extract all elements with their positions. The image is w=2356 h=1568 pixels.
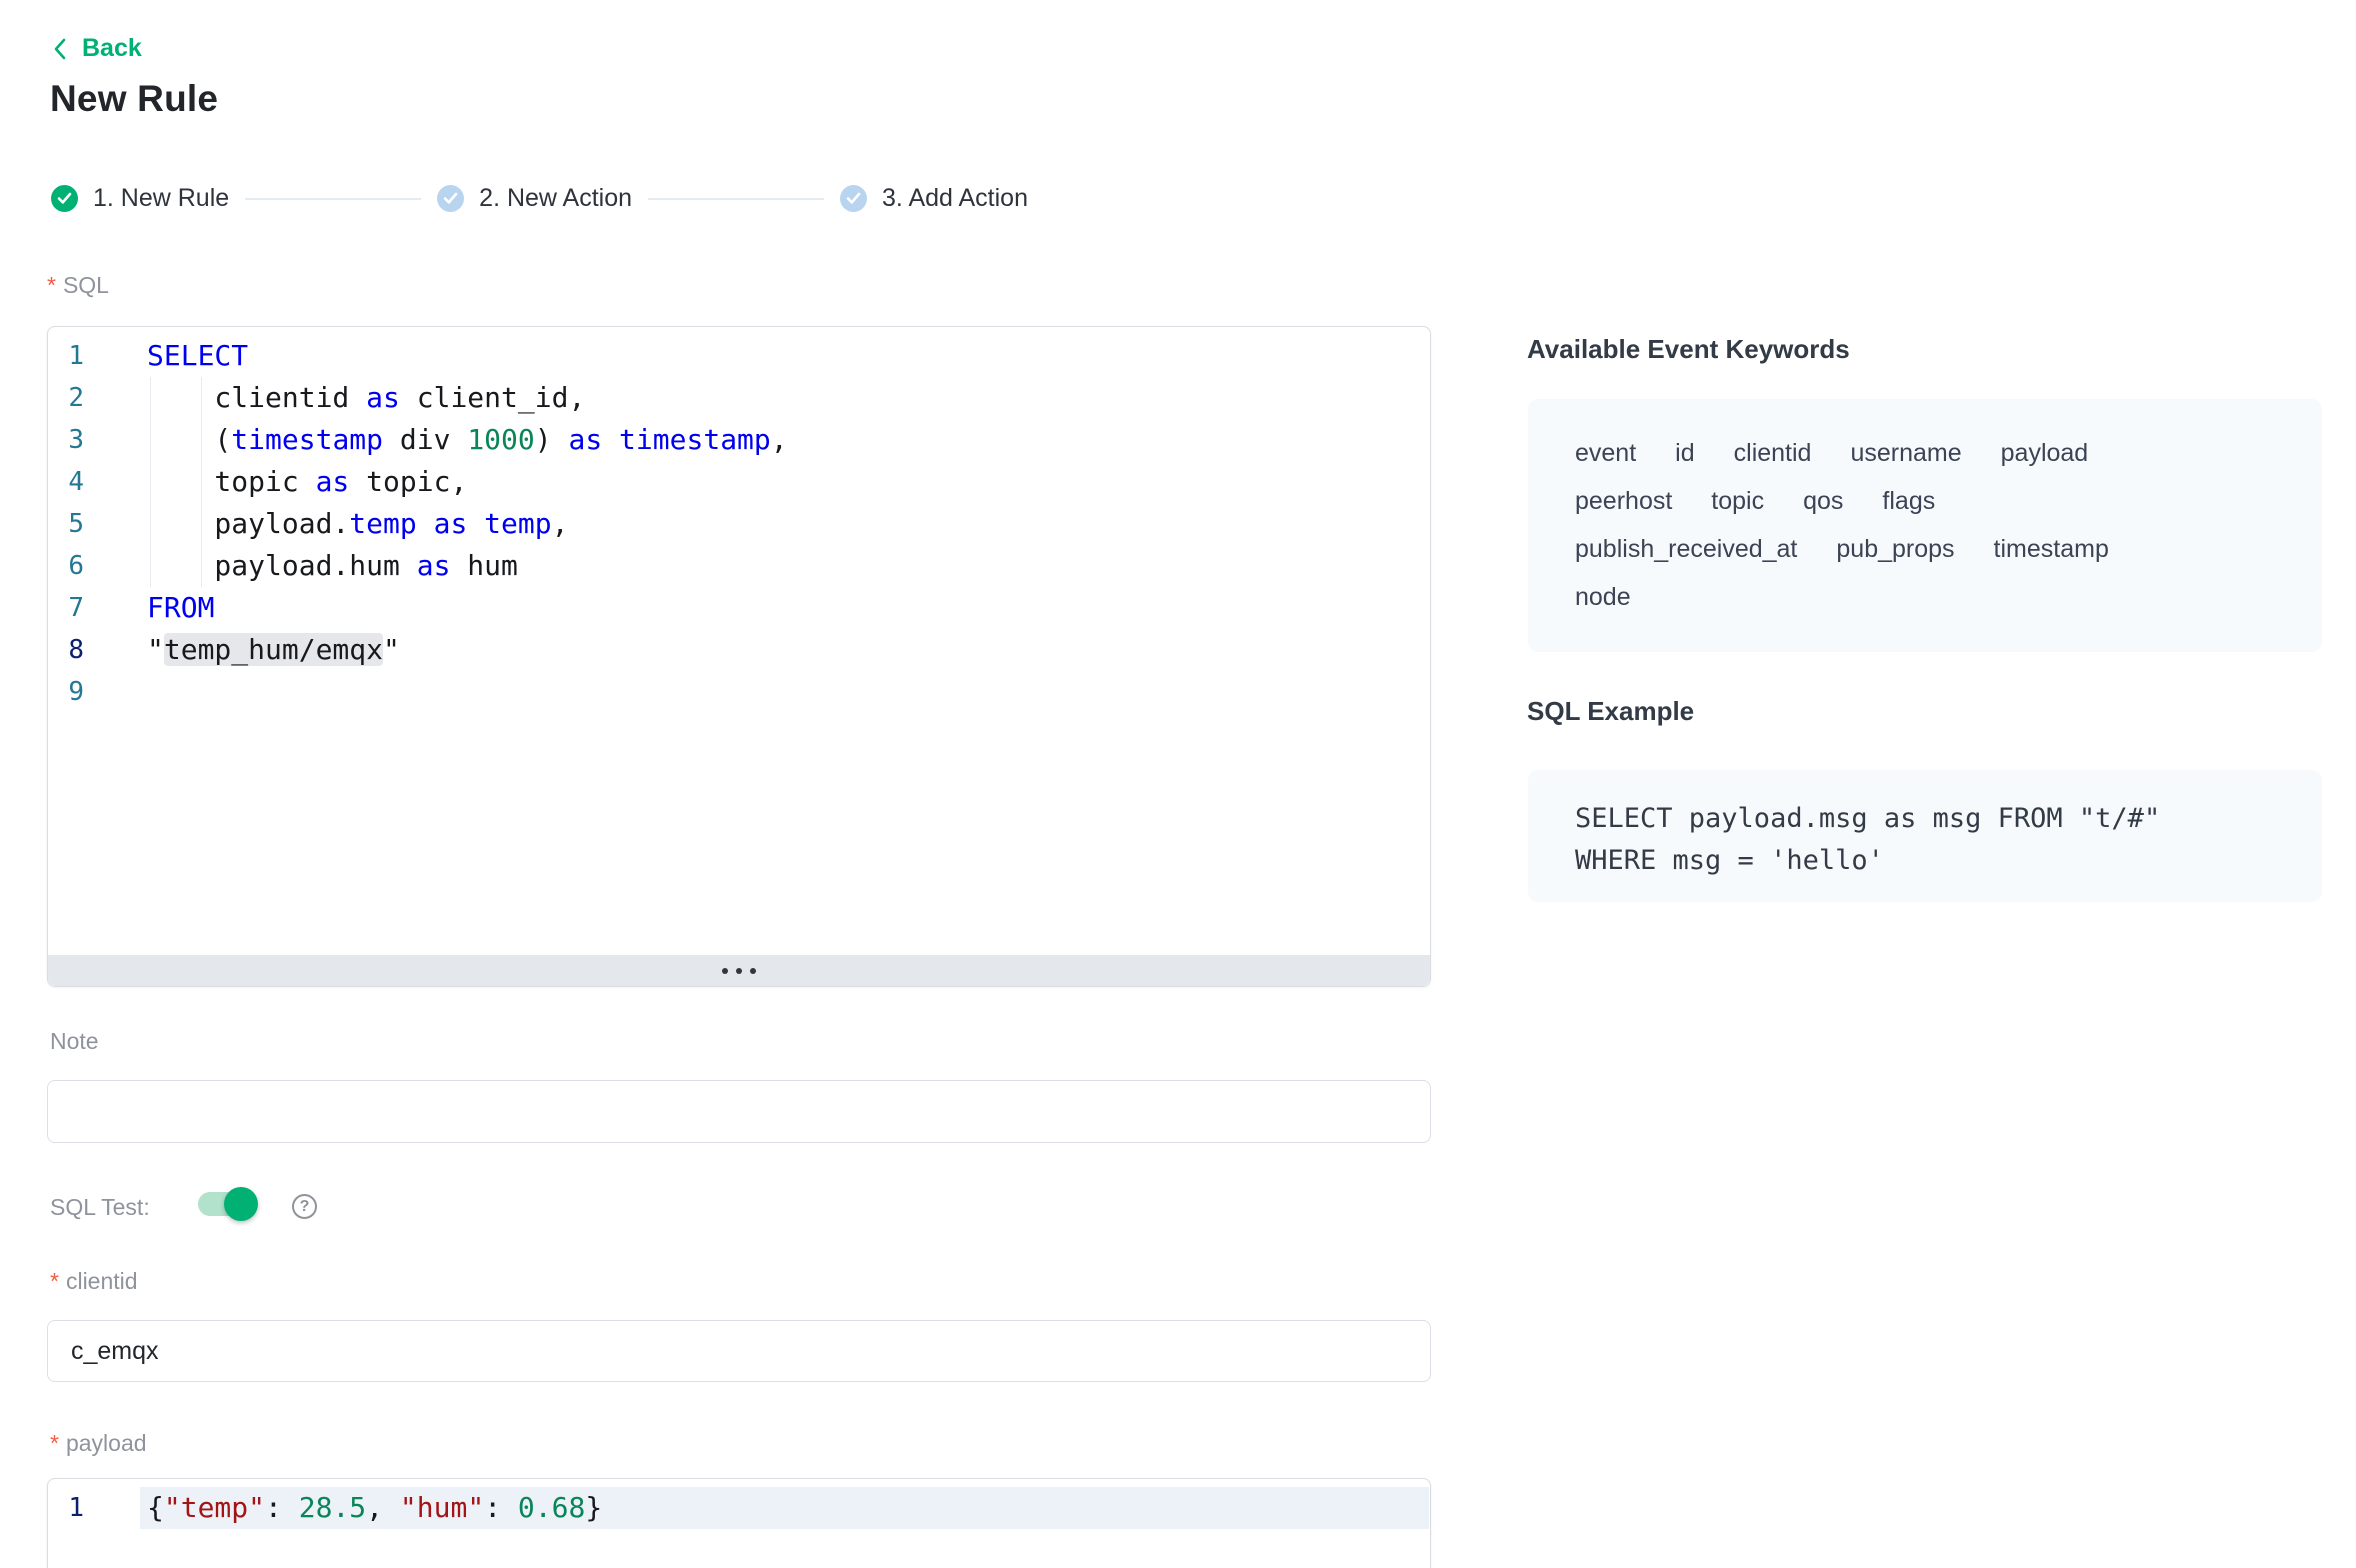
sql-test-label: SQL Test: [50, 1194, 150, 1221]
event-keyword: node [1575, 583, 1631, 612]
code-line: 1SELECT [48, 335, 1430, 377]
line-number: 7 [48, 587, 84, 629]
required-marker: * [50, 1430, 59, 1456]
stepper: 1. New Rule 2. New Action 3. Add Action [51, 184, 1028, 213]
step-add-action[interactable]: 3. Add Action [840, 184, 1028, 213]
editor-resize-handle[interactable] [48, 955, 1430, 986]
page-title: New Rule [50, 78, 218, 120]
step-upcoming-check-icon [437, 185, 464, 212]
sql-field-label: *SQL [47, 272, 109, 299]
line-number: 9 [48, 671, 84, 713]
event-keyword: publish_received_at [1575, 535, 1797, 564]
keywords-title: Available Event Keywords [1527, 334, 1850, 365]
new-rule-page: Back New Rule 1. New Rule 2. New Action … [0, 0, 2356, 1568]
sql-example-line: SELECT payload.msg as msg FROM "t/#" [1575, 798, 2275, 840]
required-marker: * [47, 272, 56, 298]
code-line: 9 [48, 671, 1430, 713]
note-field-label: Note [50, 1028, 99, 1055]
clientid-field-label: *clientid [50, 1268, 138, 1295]
keyword-row: publish_received_at pub_props timestamp [1575, 525, 2275, 573]
help-icon[interactable]: ? [292, 1194, 317, 1219]
keyword-row: event id clientid username payload [1575, 429, 2275, 477]
back-label: Back [82, 34, 142, 63]
clientid-input[interactable] [47, 1320, 1431, 1382]
event-keyword: peerhost [1575, 487, 1672, 516]
code-line: 5 payload.temp as temp, [48, 503, 1430, 545]
line-number: 2 [48, 377, 84, 419]
line-number: 1 [48, 1487, 84, 1529]
drag-handle-icon [750, 968, 756, 974]
chevron-left-icon [50, 36, 70, 62]
sql-test-toggle[interactable] [198, 1192, 256, 1216]
code-text: SELECT [84, 335, 1430, 377]
code-text: payload.temp as temp, [84, 503, 1430, 545]
event-keyword: timestamp [1994, 535, 2109, 564]
payload-field-label: *payload [50, 1430, 147, 1457]
code-line: 3 (timestamp div 1000) as timestamp, [48, 419, 1430, 461]
event-keyword: clientid [1734, 439, 1812, 468]
code-text: clientid as client_id, [84, 377, 1430, 419]
keywords-box: event id clientid username payload peerhost to… [1528, 399, 2322, 652]
event-keyword: event [1575, 439, 1636, 468]
sql-example-line: WHERE msg = 'hello' [1575, 840, 2275, 882]
payload-editor-lines: 1 {"temp": 28.5, "hum": 0.68} [48, 1487, 1429, 1568]
code-line: 7FROM [48, 587, 1430, 629]
code-line: 6 payload.hum as hum [48, 545, 1430, 587]
event-keyword: pub_props [1836, 535, 1954, 564]
line-number: 4 [48, 461, 84, 503]
code-text: payload.hum as hum [84, 545, 1430, 587]
step-complete-check-icon [51, 185, 78, 212]
step-new-rule[interactable]: 1. New Rule [51, 184, 229, 213]
step-connector [245, 198, 421, 200]
code-text: (timestamp div 1000) as timestamp, [84, 419, 1430, 461]
line-number: 1 [48, 335, 84, 377]
step-upcoming-check-icon [840, 185, 867, 212]
code-text: {"temp": 28.5, "hum": 0.68} [140, 1487, 1429, 1529]
step-connector [648, 198, 824, 200]
sql-editor-lines: 1SELECT2 clientid as client_id,3 (timest… [48, 335, 1430, 954]
event-keyword: id [1675, 439, 1694, 468]
step-label: 3. Add Action [882, 184, 1028, 213]
event-keyword: qos [1803, 487, 1843, 516]
code-line: 4 topic as topic, [48, 461, 1430, 503]
code-text [84, 671, 1430, 713]
keyword-row: node [1575, 573, 2275, 621]
toggle-knob [224, 1187, 258, 1221]
code-text: "temp_hum/emqx" [84, 629, 1430, 671]
sql-example-title: SQL Example [1527, 696, 1694, 727]
keyword-row: peerhost topic qos flags [1575, 477, 2275, 525]
event-keyword: flags [1882, 487, 1935, 516]
code-line: 1 {"temp": 28.5, "hum": 0.68} [48, 1487, 1429, 1529]
drag-handle-icon [736, 968, 742, 974]
event-keyword: username [1850, 439, 1961, 468]
event-keyword: payload [2001, 439, 2089, 468]
line-number: 6 [48, 545, 84, 587]
code-line: 2 clientid as client_id, [48, 377, 1430, 419]
line-number: 8 [48, 629, 84, 671]
code-text: FROM [84, 587, 1430, 629]
drag-handle-icon [722, 968, 728, 974]
step-label: 1. New Rule [93, 184, 229, 213]
sql-example-box: SELECT payload.msg as msg FROM "t/#"WHER… [1528, 770, 2322, 902]
code-line: 8"temp_hum/emqx" [48, 629, 1430, 671]
step-label: 2. New Action [479, 184, 632, 213]
code-text: topic as topic, [84, 461, 1430, 503]
back-link[interactable]: Back [50, 34, 142, 63]
step-new-action[interactable]: 2. New Action [437, 184, 632, 213]
note-input[interactable] [47, 1080, 1431, 1143]
payload-editor[interactable]: 1 {"temp": 28.5, "hum": 0.68} [47, 1478, 1431, 1568]
line-number: 5 [48, 503, 84, 545]
required-marker: * [50, 1268, 59, 1294]
event-keyword: topic [1711, 487, 1764, 516]
sql-editor[interactable]: 1SELECT2 clientid as client_id,3 (timest… [47, 326, 1431, 987]
line-number: 3 [48, 419, 84, 461]
